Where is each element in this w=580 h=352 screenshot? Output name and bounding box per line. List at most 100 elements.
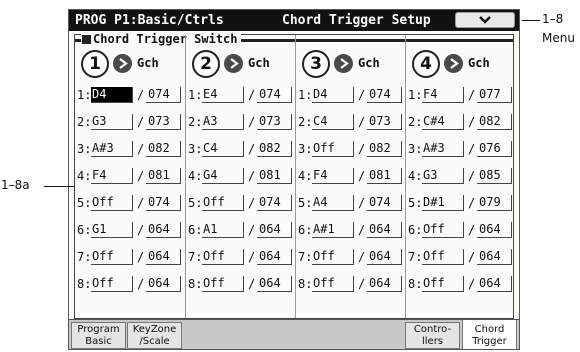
trigger-row: 3: C4 /082 xyxy=(186,139,296,157)
note-field[interactable]: Off xyxy=(202,249,244,265)
channel-select-button[interactable] xyxy=(334,54,353,73)
velocity-field[interactable]: 064 xyxy=(367,222,402,238)
velocity-field[interactable]: 073 xyxy=(257,114,292,130)
note-field[interactable]: D#1 xyxy=(422,195,464,211)
channel-select-button[interactable] xyxy=(113,54,132,73)
velocity-field[interactable]: 064 xyxy=(146,249,181,265)
note-field[interactable]: Off xyxy=(202,276,244,292)
velocity-field[interactable]: 064 xyxy=(477,276,512,292)
note-field[interactable]: A#3 xyxy=(91,141,133,157)
velocity-field[interactable]: 064 xyxy=(477,222,512,238)
velocity-field[interactable]: 074 xyxy=(146,87,181,103)
note-field[interactable]: E4 xyxy=(202,87,244,103)
separator-slash: / xyxy=(248,223,256,237)
row-index: 1: xyxy=(298,88,313,102)
velocity-field[interactable]: 064 xyxy=(257,276,292,292)
trigger-row: 6: A1 /064 xyxy=(186,220,296,238)
trigger-row: 8: Off /064 xyxy=(296,274,406,292)
row-index: 4: xyxy=(298,169,313,183)
row-index: 3: xyxy=(408,142,423,156)
separator-slash: / xyxy=(137,115,145,129)
velocity-field[interactable]: 081 xyxy=(257,168,292,184)
velocity-field[interactable]: 082 xyxy=(257,141,292,157)
velocity-field[interactable]: 081 xyxy=(146,168,181,184)
velocity-field[interactable]: 064 xyxy=(367,249,402,265)
velocity-field[interactable]: 064 xyxy=(477,249,512,265)
velocity-field[interactable]: 064 xyxy=(257,249,292,265)
note-field[interactable]: G3 xyxy=(91,114,133,130)
velocity-field[interactable]: 076 xyxy=(477,141,512,157)
row-index: 3: xyxy=(188,142,203,156)
note-field[interactable]: A1 xyxy=(202,222,244,238)
menu-callout-ref: 1–8 xyxy=(542,12,564,26)
row-index: 1: xyxy=(77,88,92,102)
note-field[interactable]: F4 xyxy=(422,87,464,103)
note-field[interactable]: G4 xyxy=(202,168,244,184)
velocity-field[interactable]: 064 xyxy=(146,276,181,292)
channel-label: Gch xyxy=(137,56,159,70)
channel-select-button[interactable] xyxy=(224,54,243,73)
channel-select-button[interactable] xyxy=(444,54,463,73)
velocity-field[interactable]: 064 xyxy=(146,222,181,238)
tab-controllers[interactable]: Contro- llers xyxy=(405,322,460,349)
velocity-field[interactable]: 074 xyxy=(257,195,292,211)
note-field[interactable]: G1 xyxy=(91,222,133,238)
row-index: 3: xyxy=(298,142,313,156)
tab-program-basic[interactable]: Program Basic xyxy=(71,322,126,349)
tab-label-line1: Program xyxy=(77,324,120,335)
velocity-field[interactable]: 085 xyxy=(477,168,512,184)
trigger-row: 4: G4 /081 xyxy=(186,166,296,184)
note-field[interactable]: D4 xyxy=(91,87,133,103)
separator-slash: / xyxy=(358,223,366,237)
note-field[interactable]: D4 xyxy=(312,87,354,103)
page-menu-button[interactable] xyxy=(455,12,515,28)
note-field[interactable]: Off xyxy=(202,195,244,211)
separator-slash: / xyxy=(358,196,366,210)
velocity-field[interactable]: 073 xyxy=(367,114,402,130)
velocity-field[interactable]: 073 xyxy=(146,114,181,130)
tab-keyzone-scale[interactable]: KeyZone /Scale xyxy=(127,322,182,349)
note-field[interactable]: C4 xyxy=(312,114,354,130)
note-field[interactable]: Off xyxy=(312,141,354,157)
separator-slash: / xyxy=(468,196,476,210)
chord-column-2: 2 Gch 1: E4/074 2: A3/073 3: C4/082 4: G4/081 5: Of… xyxy=(185,35,296,318)
note-field[interactable]: G3 xyxy=(422,168,464,184)
velocity-field[interactable]: 079 xyxy=(477,195,512,211)
note-field[interactable]: Off xyxy=(422,222,464,238)
note-field[interactable]: A3 xyxy=(202,114,244,130)
separator-slash: / xyxy=(248,169,256,183)
velocity-field[interactable]: 074 xyxy=(146,195,181,211)
velocity-field[interactable]: 082 xyxy=(146,141,181,157)
note-field[interactable]: C4 xyxy=(202,141,244,157)
velocity-field[interactable]: 081 xyxy=(367,168,402,184)
note-field[interactable]: Off xyxy=(91,195,133,211)
note-field[interactable]: Off xyxy=(312,276,354,292)
trigger-row: 2: C4 /073 xyxy=(296,112,406,130)
trigger-row: 3: A#3 /076 xyxy=(406,139,516,157)
separator-slash: / xyxy=(358,88,366,102)
note-field[interactable]: A#3 xyxy=(422,141,464,157)
velocity-field[interactable]: 064 xyxy=(367,276,402,292)
note-field[interactable]: A4 xyxy=(312,195,354,211)
note-field[interactable]: A#1 xyxy=(312,222,354,238)
note-field[interactable]: Off xyxy=(91,276,133,292)
note-field[interactable]: F4 xyxy=(91,168,133,184)
note-field[interactable]: Off xyxy=(422,276,464,292)
velocity-field[interactable]: 074 xyxy=(367,195,402,211)
note-field[interactable]: Off xyxy=(91,249,133,265)
velocity-field[interactable]: 074 xyxy=(367,87,402,103)
row-index: 6: xyxy=(408,223,423,237)
separator-slash: / xyxy=(358,115,366,129)
separator-slash: / xyxy=(358,142,366,156)
velocity-field[interactable]: 077 xyxy=(477,87,512,103)
row-index: 5: xyxy=(77,196,92,210)
velocity-field[interactable]: 082 xyxy=(367,141,402,157)
note-field[interactable]: F4 xyxy=(312,168,354,184)
note-field[interactable]: Off xyxy=(422,249,464,265)
velocity-field[interactable]: 082 xyxy=(477,114,512,130)
velocity-field[interactable]: 064 xyxy=(257,222,292,238)
note-field[interactable]: Off xyxy=(312,249,354,265)
velocity-field[interactable]: 074 xyxy=(257,87,292,103)
tab-chord-trigger[interactable]: Chord Trigger xyxy=(462,320,517,349)
note-field[interactable]: C#4 xyxy=(422,114,464,130)
